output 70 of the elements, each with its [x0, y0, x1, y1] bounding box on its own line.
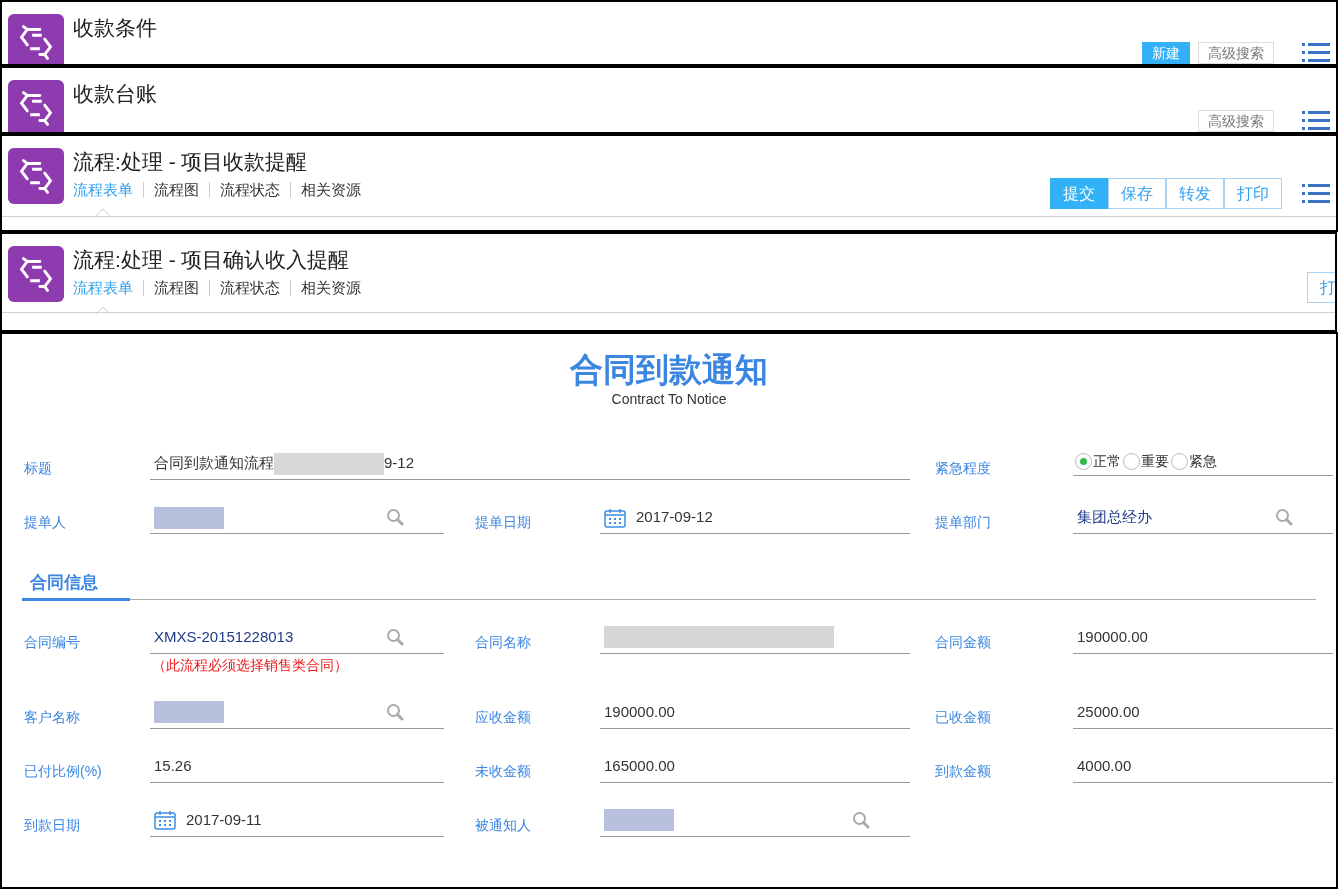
app-icon: [8, 148, 64, 204]
input-field[interactable]: 2017-09-12: [600, 502, 910, 534]
app-icon: [8, 246, 64, 302]
toolbar-button[interactable]: 高级搜索: [1198, 42, 1274, 64]
search-icon[interactable]: [852, 810, 870, 829]
menu-icon[interactable]: [1302, 182, 1330, 205]
input-field[interactable]: XMXS-20151228013: [150, 621, 444, 654]
input-field[interactable]: 25000.00: [1073, 696, 1333, 729]
form-subtitle: Contract To Notice: [611, 390, 727, 408]
field-value: 9-12: [384, 453, 415, 474]
field-label: 应收金额: [474, 707, 532, 727]
field-value: 2017-09-12: [636, 507, 713, 528]
input-field[interactable]: 集团总经办: [1073, 502, 1333, 534]
search-icon[interactable]: [1275, 508, 1293, 526]
field-label: 合同名称: [474, 632, 532, 652]
field-label: 到款日期: [23, 815, 81, 835]
field-value: 合同到款通知流程: [154, 453, 274, 474]
form-title: 合同到款通知: [570, 350, 768, 390]
field-label: 到款金额: [934, 761, 992, 781]
page-title: 流程:处理 - 项目收款提醒: [73, 149, 309, 175]
calendar-icon: [154, 810, 176, 830]
field-value: 165000.00: [604, 755, 675, 776]
page-title: 流程:处理 - 项目确认收入提醒: [73, 247, 351, 273]
input-field[interactable]: 15.26: [150, 750, 444, 783]
search-icon[interactable]: [386, 508, 404, 526]
input-field[interactable]: 190000.00: [1073, 621, 1333, 654]
calendar-icon: [604, 507, 626, 528]
radio-option[interactable]: 正常: [1075, 451, 1121, 472]
field-label: 未收金额: [474, 761, 532, 781]
input-field[interactable]: 165000.00: [600, 750, 910, 783]
tab[interactable]: 相关资源: [301, 278, 361, 298]
field-value: 15.26: [154, 755, 192, 776]
field-value: 2017-09-11: [186, 809, 262, 830]
toolbar-button[interactable]: 高级搜索: [1198, 110, 1274, 132]
field-value: 190000.00: [604, 701, 675, 722]
radio-option[interactable]: 紧急: [1171, 451, 1217, 472]
field-value: 190000.00: [1077, 626, 1148, 647]
tab[interactable]: 相关资源: [301, 180, 361, 200]
input-field[interactable]: 合同到款通知流程 9-12: [150, 448, 910, 480]
tab[interactable]: 流程图: [154, 180, 199, 200]
field-label: 已收金额: [934, 707, 992, 727]
tab[interactable]: 流程状态: [220, 180, 280, 200]
search-icon[interactable]: [386, 627, 404, 646]
field-value: 4000.00: [1077, 755, 1132, 776]
menu-icon[interactable]: [1302, 42, 1330, 64]
field-label: 合同金额: [934, 632, 992, 652]
field-label: 标题: [23, 459, 53, 478]
page-title: 收款台账: [73, 81, 157, 107]
field-label: 合同编号: [23, 632, 81, 652]
radio-option[interactable]: 重要: [1123, 451, 1169, 472]
field-note: （此流程必须选择销售类合同）: [151, 655, 349, 675]
field-label: 客户名称: [23, 707, 81, 727]
field-label: 提单部门: [934, 513, 992, 532]
input-field[interactable]: 2017-09-11: [150, 804, 444, 837]
page-title: 收款条件: [73, 15, 157, 41]
field-label: 紧急程度: [934, 459, 992, 478]
section-heading: 合同信息: [22, 570, 130, 601]
field-label: 提单日期: [474, 513, 532, 532]
search-icon[interactable]: [386, 702, 404, 721]
input-field[interactable]: 190000.00: [600, 696, 910, 729]
menu-icon[interactable]: [1302, 110, 1330, 132]
tab[interactable]: 流程图: [154, 278, 199, 298]
field-value: 25000.00: [1077, 701, 1140, 722]
field-value: XMXS-20151228013: [154, 626, 294, 647]
field-label: 提单人: [23, 513, 67, 532]
tab[interactable]: 流程状态: [220, 278, 280, 298]
field-label: 被通知人: [474, 815, 532, 835]
field-label: 已付比例(%): [23, 761, 103, 781]
input-field[interactable]: 4000.00: [1073, 750, 1333, 783]
field-value: 集团总经办: [1077, 507, 1152, 528]
